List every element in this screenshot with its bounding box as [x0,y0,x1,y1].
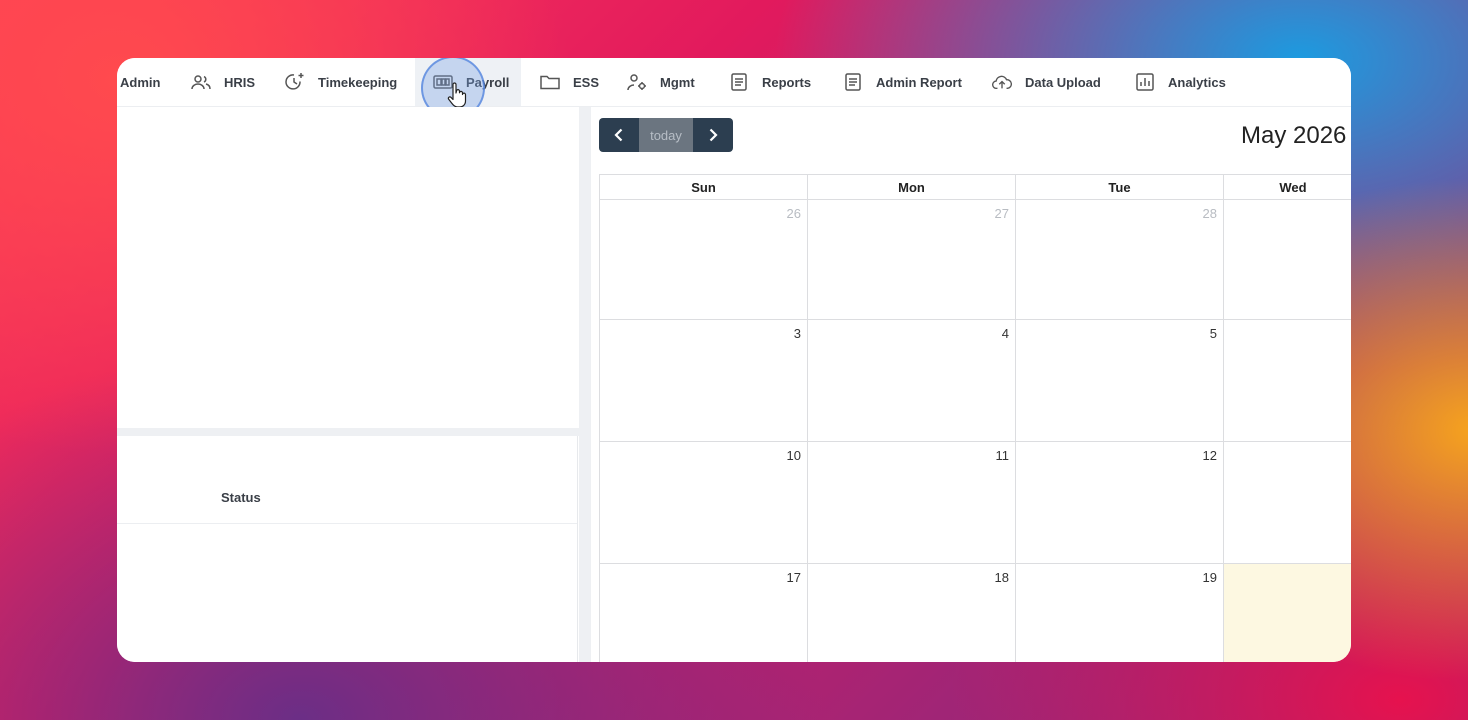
nav-item-label: ESS [573,74,600,90]
day-number: 18 [994,570,1009,585]
document-icon [729,72,749,92]
nav-item-mgmt[interactable]: Mgmt [627,58,695,106]
day-number: 17 [786,570,801,585]
day-number: 26 [786,206,801,221]
left-top-panel [117,107,577,477]
day-cell[interactable]: 11 [807,441,1016,564]
user-settings-icon [627,72,647,92]
top-nav: Admin HRIS Timekeeping Payroll ESS Mgmt … [117,58,1351,120]
day-number: 3 [793,326,801,341]
day-cell[interactable] [1223,319,1351,442]
nav-item-label: HRIS [224,74,256,90]
nav-item-label: Timekeeping [318,74,398,90]
nav-item-label: Mgmt [660,74,695,90]
bar-chart-icon [1135,72,1155,92]
users-icon [191,72,211,92]
weekday-header: Sun [599,174,808,200]
nav-item-analytics[interactable]: Analytics [1135,58,1226,106]
day-number: 5 [1209,326,1217,341]
nav-item-label: Data Upload [1025,74,1101,90]
day-number: 28 [1202,206,1217,221]
day-cell[interactable]: 28 [1015,199,1224,320]
panel-splitter [579,107,591,662]
app-window: Admin HRIS Timekeeping Payroll ESS Mgmt … [117,58,1351,662]
panel-divider [117,428,579,436]
nav-item-label: Admin Report [876,74,962,90]
chevron-right-icon [709,128,718,142]
nav-item-timekeeping[interactable]: Timekeeping [285,58,397,106]
nav-item-admin[interactable]: Admin [120,58,160,106]
hand-cursor-icon [447,82,467,108]
day-cell[interactable]: 19 [1015,563,1224,662]
day-number: 27 [994,206,1009,221]
nav-item-hris[interactable]: HRIS [191,58,255,106]
day-number: 11 [995,448,1010,463]
day-number: 12 [1202,448,1217,463]
day-cell[interactable] [1223,199,1351,320]
left-bottom-panel [117,436,578,662]
nav-item-label: Reports [762,74,812,90]
next-button[interactable] [693,118,733,152]
day-cell[interactable]: 26 [599,199,808,320]
weekday-header: Wed [1223,174,1351,200]
folder-icon [540,72,560,92]
day-number: 10 [786,448,801,463]
nav-item-ess[interactable]: ESS [540,58,599,106]
day-cell[interactable]: 17 [599,563,808,662]
nav-item-reports[interactable]: Reports [729,58,811,106]
nav-item-data-upload[interactable]: Data Upload [992,58,1101,106]
nav-item-admin-report[interactable]: Admin Report [843,58,962,106]
table-header-status[interactable]: Status [221,490,261,505]
day-cell[interactable]: 12 [1015,441,1224,564]
today-button[interactable]: today [639,118,693,152]
nav-item-label: Admin [120,74,161,90]
prev-button[interactable] [599,118,639,152]
weekday-header: Mon [807,174,1016,200]
day-cell[interactable]: 5 [1015,319,1224,442]
document-icon [843,72,863,92]
day-cell[interactable]: 18 [807,563,1016,662]
day-cell[interactable]: 3 [599,319,808,442]
cloud-upload-icon [992,72,1012,92]
clock-plus-icon [285,72,305,92]
chevron-left-icon [614,128,623,142]
nav-item-label: Analytics [1168,74,1226,90]
weekday-header: Tue [1015,174,1224,200]
day-cell[interactable]: 27 [807,199,1016,320]
day-cell-today[interactable] [1223,563,1351,662]
day-cell[interactable] [1223,441,1351,564]
day-number: 4 [1001,326,1009,341]
day-number: 19 [1202,570,1217,585]
day-cell[interactable]: 4 [807,319,1016,442]
table-header-divider [117,523,577,524]
calendar-title: May 2026 [1241,122,1347,149]
calendar-toolbar: today [599,118,733,152]
day-cell[interactable]: 10 [599,441,808,564]
